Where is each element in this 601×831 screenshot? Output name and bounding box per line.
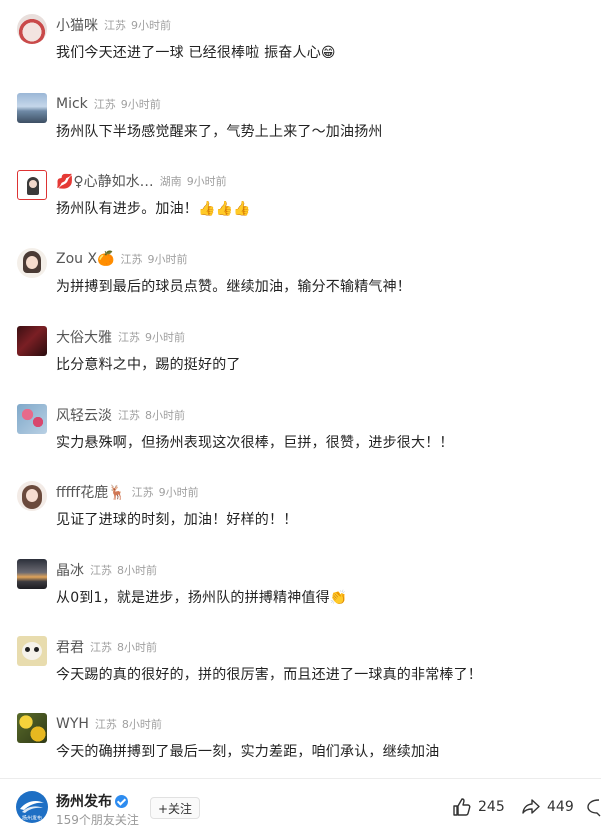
username[interactable]: 君君 [56, 637, 84, 657]
like-button[interactable]: 245 [452, 797, 505, 817]
comment-meta: 君君 江苏 8小时前 [56, 638, 157, 656]
username[interactable]: WYH [56, 716, 89, 732]
timestamp: 9小时前 [186, 175, 227, 188]
follow-button[interactable]: +关注 [150, 797, 201, 819]
comment-meta: 晶冰 江苏 8小时前 [56, 561, 157, 579]
comment-item: 晶冰 江苏 8小时前 从0到1，就是进步，扬州队的拼搏精神值得👏 [17, 559, 592, 636]
location: 江苏 [118, 331, 140, 344]
avatar[interactable] [17, 14, 47, 44]
comment-body: 我们今天还进了一球 已经很棒啦 振奋人心 [56, 45, 321, 61]
comment-item: Zou X🍊 江苏 9小时前 为拼搏到最后的球员点赞。继续加油，输分不输精气神！ [17, 248, 592, 325]
username[interactable]: 小猫咪 [56, 15, 98, 35]
comment-text: 为拼搏到最后的球员点赞。继续加油，输分不输精气神！ [56, 276, 411, 296]
comment-meta: 小猫咪 江苏 9小时前 [56, 16, 171, 34]
location: 江苏 [118, 409, 140, 422]
username[interactable]: 晶冰 [56, 560, 84, 580]
comment-item: 大俗大雅 江苏 9小时前 比分意料之中，踢的挺好的了 [17, 326, 592, 403]
share-arrow-icon [522, 799, 540, 814]
timestamp: 8小时前 [117, 641, 157, 654]
logo-text: 扬州发布 [22, 815, 42, 822]
comment-text: 今天的确拼搏到了最后一刻，实力差距，咱们承认，继续加油 [56, 741, 439, 761]
thumbs-up-emoji-icon: 👍👍👍 [198, 201, 251, 217]
comment-body: 今天踢的真的很好的，拼的很厉害，而且还进了一球真的非常棒了！ [56, 667, 482, 683]
timestamp: 8小时前 [145, 409, 185, 422]
comment-body: 从0到1，就是进步，扬州队的拼搏精神值得 [56, 590, 330, 606]
location: 江苏 [90, 564, 112, 577]
username[interactable]: 💋♀心静如水… [56, 171, 154, 191]
comment-item: 风轻云淡 江苏 8小时前 实力悬殊啊，但扬州表现这次很棒，巨拼，很赞，进步很大！… [17, 404, 592, 481]
comment-meta: 风轻云淡 江苏 8小时前 [56, 406, 185, 424]
username[interactable]: 风轻云淡 [56, 405, 112, 425]
timestamp: 8小时前 [117, 564, 157, 577]
comment-text: 今天踢的真的很好的，拼的很厉害，而且还进了一球真的非常棒了！ [56, 664, 482, 684]
clap-emoji-icon: 👏 [329, 590, 348, 606]
comment-meta: fffff花鹿🦌 江苏 9小时前 [56, 483, 199, 501]
avatar[interactable] [17, 248, 47, 278]
verified-badge-icon [115, 794, 128, 808]
like-count: 245 [478, 799, 505, 815]
comment-meta: Zou X🍊 江苏 9小时前 [56, 250, 188, 268]
comment-body: 实力悬殊啊，但扬州表现这次很棒，巨拼，很赞，进步很大！！ [56, 435, 454, 451]
comment-button[interactable] [587, 797, 601, 817]
comment-meta: 💋♀心静如水… 湖南 9小时前 [56, 172, 227, 190]
timestamp: 8小时前 [121, 718, 162, 731]
friends-follow-count: 159个朋友关注 [56, 813, 139, 827]
comment-body: 为拼搏到最后的球员点赞。继续加油，输分不输精气神！ [56, 279, 411, 295]
comment-item: Mick 江苏 9小时前 扬州队下半场感觉醒来了，气势上上来了～加油扬州 [17, 93, 592, 170]
avatar[interactable] [17, 481, 47, 511]
comment-text: 扬州队有进步。加油！👍👍👍 [56, 198, 251, 218]
comment-text: 我们今天还进了一球 已经很棒啦 振奋人心😁 [56, 42, 336, 62]
comment-body: 扬州队下半场感觉醒来了，气势上上来了～加油扬州 [56, 124, 383, 140]
location: 江苏 [104, 19, 126, 32]
comment-body: 扬州队有进步。加油！ [56, 201, 198, 217]
comment-meta: 大俗大雅 江苏 9小时前 [56, 328, 185, 346]
thumbs-up-icon [453, 798, 471, 816]
timestamp: 9小时前 [120, 98, 161, 111]
avatar[interactable] [17, 326, 47, 356]
avatar[interactable] [17, 559, 47, 589]
comment-body: 见证了进球的时刻，加油！好样的！！ [56, 512, 298, 528]
timestamp: 9小时前 [158, 486, 199, 499]
account-name-row[interactable]: 扬州发布 [56, 791, 128, 811]
comment-item: 小猫咪 江苏 9小时前 我们今天还进了一球 已经很棒啦 振奋人心😁 [17, 14, 592, 91]
comment-bubble-icon [587, 799, 601, 817]
location: 江苏 [94, 718, 117, 731]
avatar[interactable] [17, 636, 47, 666]
comment-item: 君君 江苏 8小时前 今天踢的真的很好的，拼的很厉害，而且还进了一球真的非常棒了… [17, 636, 592, 713]
comment-text: 实力悬殊啊，但扬州表现这次很棒，巨拼，很赞，进步很大！！ [56, 432, 454, 452]
avatar[interactable] [17, 93, 47, 123]
comment-body: 比分意料之中，踢的挺好的了 [56, 357, 241, 373]
timestamp: 9小时前 [145, 331, 185, 344]
footer-bar: 扬州发布 扬州发布 159个朋友关注 +关注 245 449 [0, 778, 601, 831]
share-count: 449 [547, 799, 574, 815]
comment-text: 见证了进球的时刻，加油！好样的！！ [56, 509, 297, 529]
location: 江苏 [93, 98, 116, 111]
timestamp: 9小时前 [147, 253, 188, 266]
comment-item: 💋♀心静如水… 湖南 9小时前 扬州队有进步。加油！👍👍👍 [17, 170, 592, 247]
location: 江苏 [90, 641, 112, 654]
comment-meta: WYH 江苏 8小时前 [56, 715, 162, 733]
location: 江苏 [131, 486, 154, 499]
comment-text: 从0到1，就是进步，扬州队的拼搏精神值得👏 [56, 587, 347, 607]
avatar[interactable] [17, 170, 47, 200]
comment-body: 今天的确拼搏到了最后一刻，实力差距，咱们承认，继续加油 [56, 744, 440, 760]
account-name[interactable]: 扬州发布 [56, 791, 112, 811]
username[interactable]: 大俗大雅 [56, 327, 112, 347]
comment-item: fffff花鹿🦌 江苏 9小时前 见证了进球的时刻，加油！好样的！！ [17, 481, 592, 558]
account-logo[interactable]: 扬州发布 [16, 791, 48, 823]
location: 江苏 [120, 253, 143, 266]
timestamp: 9小时前 [131, 19, 171, 32]
location: 湖南 [159, 175, 182, 188]
username[interactable]: Zou X🍊 [56, 251, 115, 267]
comment-meta: Mick 江苏 9小时前 [56, 95, 161, 113]
username[interactable]: Mick [56, 96, 88, 112]
account-logo-image: 扬州发布 [20, 801, 44, 822]
grin-emoji-icon: 😁 [320, 45, 336, 61]
username[interactable]: fffff花鹿🦌 [56, 482, 126, 502]
share-button[interactable]: 449 [521, 797, 574, 817]
avatar[interactable] [17, 404, 47, 434]
comment-text: 扬州队下半场感觉醒来了，气势上上来了～加油扬州 [56, 121, 383, 141]
avatar[interactable] [17, 713, 47, 743]
comment-text: 比分意料之中，踢的挺好的了 [56, 354, 241, 374]
